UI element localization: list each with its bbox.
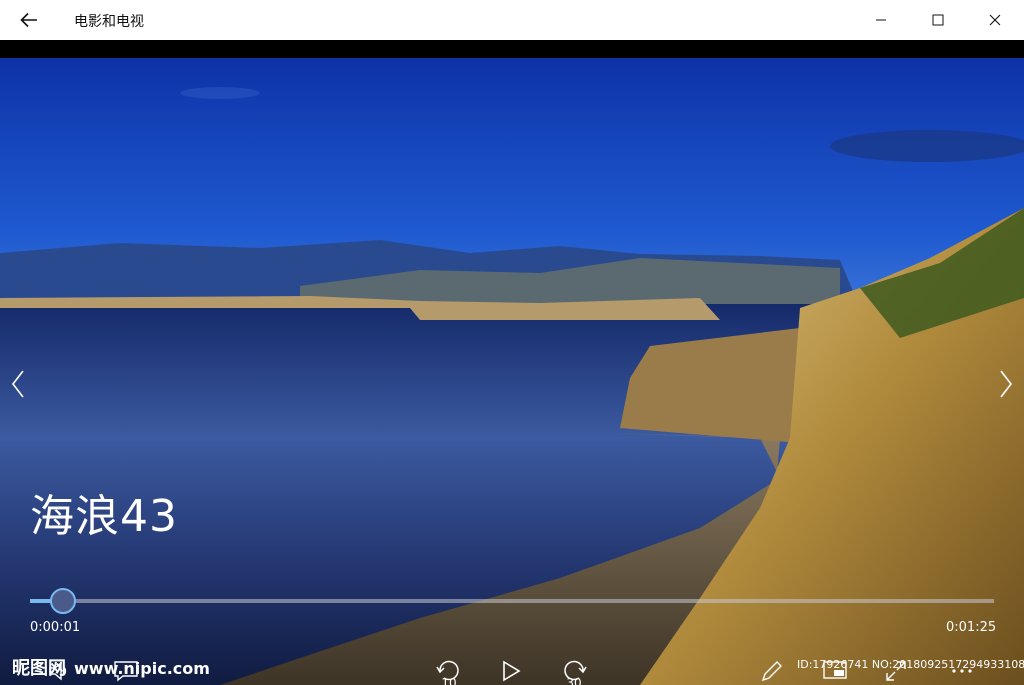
maximize-icon [932,14,944,26]
watermark-site-url: www.nipic.com [74,659,210,678]
total-time: 0:01:25 [946,620,997,635]
back-button[interactable] [14,6,44,34]
play-icon [503,660,521,682]
video-player[interactable]: 海浪43 0:00:01 0:01:25 10 30 昵图网 www.nipic.… [0,58,1024,685]
close-icon [989,14,1001,26]
chevron-left-icon [11,370,24,398]
watermark-id: ID:17926741 NO:20180925172949331083 [797,658,1024,671]
app-title: 电影和电视 [74,14,144,30]
video-frame [0,58,1024,685]
chevron-right-icon [1000,370,1013,398]
current-time: 0:00:01 [30,620,81,635]
minimize-icon [876,19,886,21]
skip-back-seconds: 10 [441,676,457,685]
title-bar: 电影和电视 [0,0,1024,40]
back-arrow-icon [20,12,37,28]
previous-button[interactable] [6,362,30,406]
skip-forward-button[interactable]: 30 [557,654,591,685]
minimize-button[interactable] [853,0,909,40]
next-button[interactable] [994,362,1018,406]
seek-bar-thumb[interactable] [49,588,76,614]
skip-back-button[interactable]: 10 [432,654,466,685]
maximize-button[interactable] [910,0,966,40]
video-title: 海浪43 [30,491,178,542]
watermark-site: 昵图网 www.nipic.com [12,654,210,680]
skip-forward-seconds: 30 [566,676,582,685]
pencil-icon [761,661,782,682]
seek-bar[interactable] [30,588,994,614]
edit-button[interactable] [756,654,788,685]
play-button[interactable] [496,654,526,685]
close-button[interactable] [967,0,1023,40]
watermark-site-cn: 昵图网 [12,658,66,679]
